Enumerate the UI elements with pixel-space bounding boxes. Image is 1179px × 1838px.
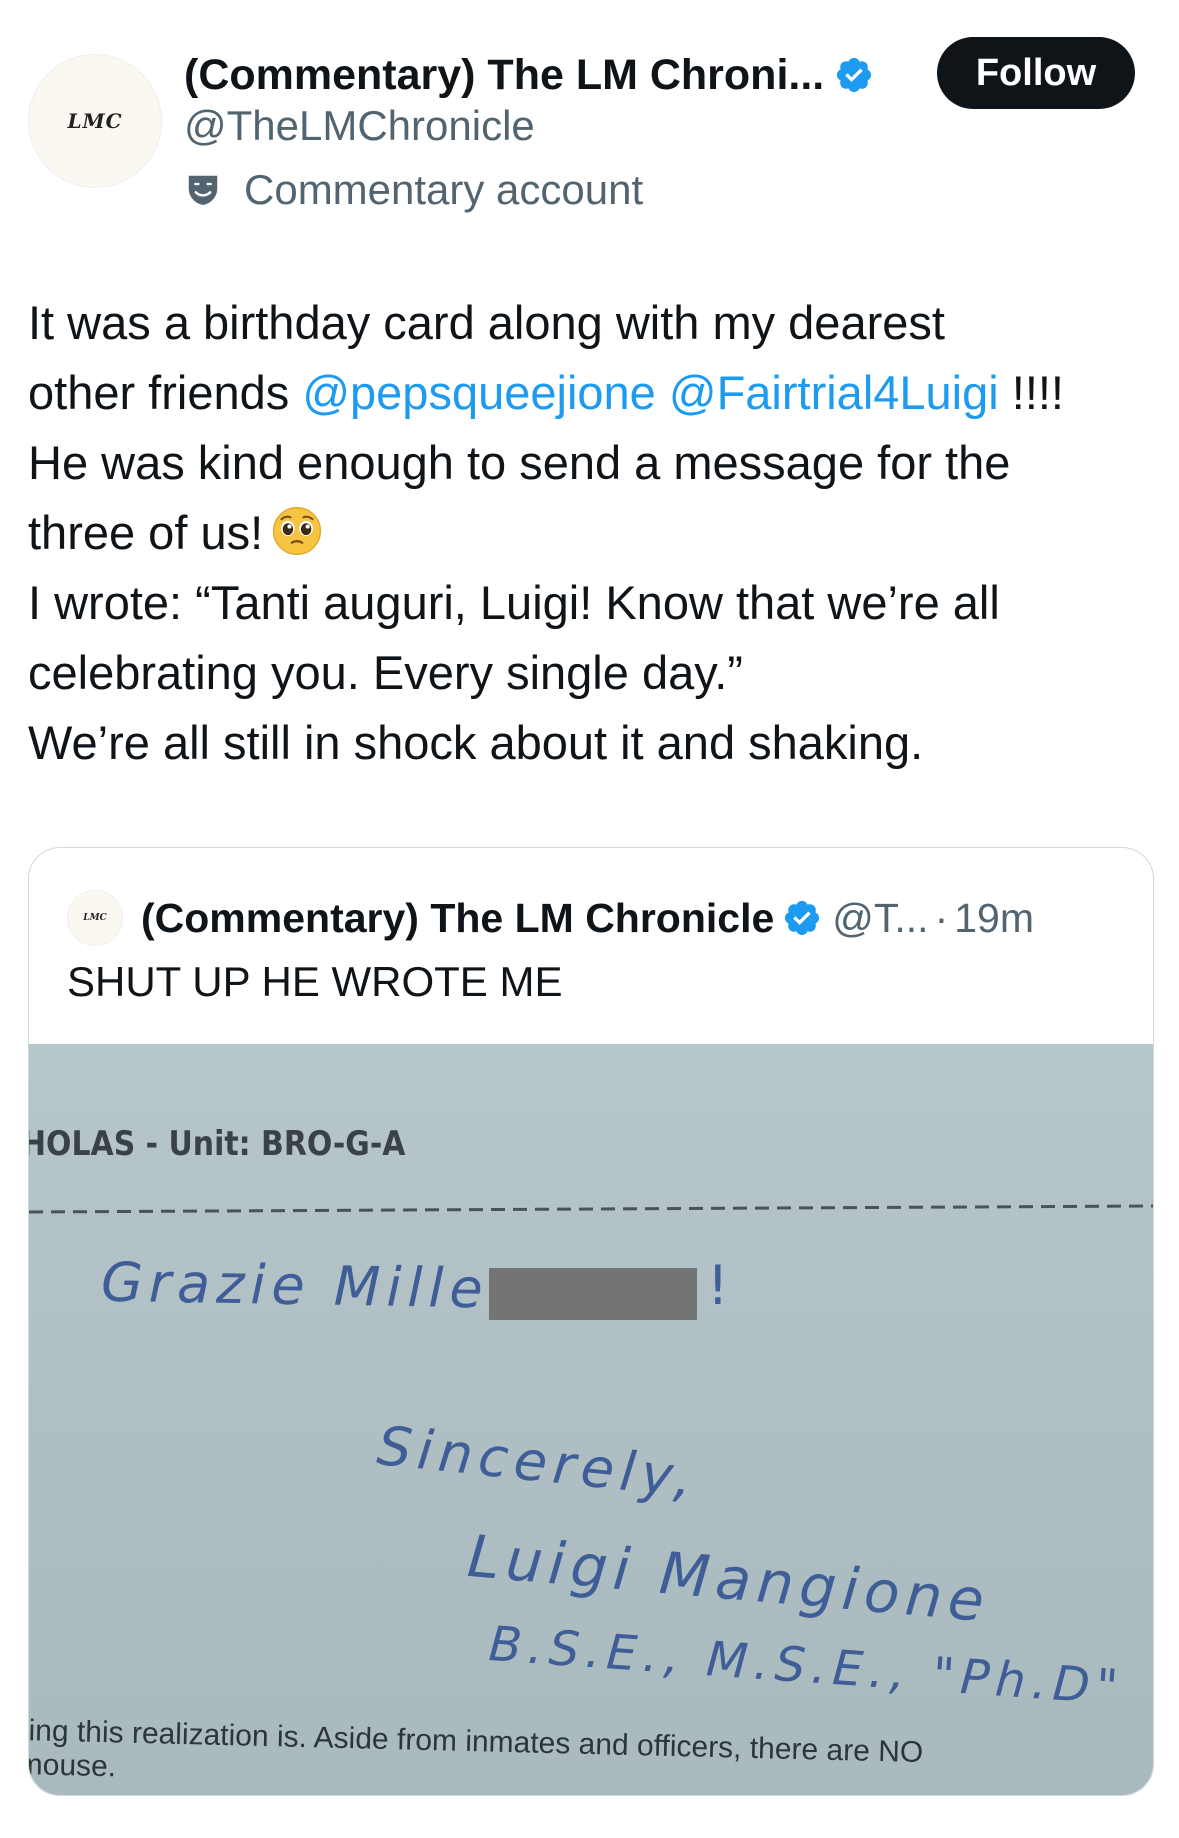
quoted-author-name[interactable]: (Commentary) The LM Chronicle bbox=[141, 895, 774, 942]
tweet-line: We’re all still in shock about it and sh… bbox=[28, 716, 924, 769]
handwritten-exclamation: ! bbox=[707, 1254, 729, 1317]
author-name-row: (Commentary) The LM Chroni... bbox=[184, 44, 874, 106]
quoted-avatar-monogram: LMC bbox=[83, 913, 107, 923]
tweet-line: celebrating you. Every single day.” bbox=[28, 646, 743, 699]
tweet-text-segment: other friends bbox=[28, 366, 303, 419]
quoted-tweet-photo[interactable]: HOLAS - Unit: BRO-G-A Grazie Mille ! Sin… bbox=[29, 1044, 1153, 1795]
quoted-tweet-card[interactable]: LMC (Commentary) The LM Chronicle @T... … bbox=[28, 847, 1154, 1796]
mention-link-pepsqueejione[interactable]: @pepsqueejione bbox=[302, 366, 656, 419]
printed-unit-header: HOLAS - Unit: BRO-G-A bbox=[29, 1124, 406, 1164]
theater-mask-icon bbox=[188, 175, 218, 206]
tweet-header: LMC (Commentary) The LM Chroni... @TheLM… bbox=[0, 0, 1179, 250]
tweet-line: It was a birthday card along with my dea… bbox=[28, 296, 945, 349]
follow-button[interactable]: Follow bbox=[937, 37, 1135, 109]
commentary-account-text: Commentary account bbox=[244, 166, 644, 213]
tweet-line: I wrote: “Tanti auguri, Luigi! Know that… bbox=[28, 576, 1000, 629]
quoted-tweet-text: SHUT UP HE WROTE ME bbox=[67, 958, 563, 1005]
tweet-text-segment: !!!! bbox=[998, 366, 1064, 419]
tweet-text-segment: three of us! bbox=[28, 506, 264, 559]
separator-dot: · bbox=[934, 894, 949, 941]
tweet-line: other friends @pepsqueejione @Fairtrial4… bbox=[28, 358, 1168, 428]
verified-badge-icon bbox=[785, 900, 820, 936]
author-handle[interactable]: @TheLMChronicle bbox=[184, 102, 535, 150]
quoted-author-handle[interactable]: @T... bbox=[832, 895, 928, 942]
quoted-author-avatar[interactable]: LMC bbox=[67, 890, 123, 946]
redacted-name-box bbox=[489, 1268, 697, 1320]
handwritten-grazie: Grazie Mille bbox=[100, 1250, 490, 1321]
tweet-text: It was a birthday card along with my dea… bbox=[28, 288, 1168, 778]
author-display-name[interactable]: (Commentary) The LM Chroni... bbox=[184, 51, 824, 100]
tweet-line: three of us! bbox=[28, 498, 1168, 568]
author-avatar[interactable]: LMC bbox=[28, 54, 162, 188]
mention-link-fairtrial4luigi[interactable]: @Fairtrial4Luigi bbox=[669, 366, 999, 419]
avatar-monogram: LMC bbox=[67, 109, 123, 133]
verified-badge-icon[interactable] bbox=[834, 55, 874, 95]
commentary-label: Commentary account bbox=[184, 162, 643, 218]
pleading-face-emoji-icon bbox=[273, 506, 322, 556]
quoted-timestamp[interactable]: 19m bbox=[954, 895, 1034, 942]
quoted-tweet-header: LMC (Commentary) The LM Chronicle @T... … bbox=[67, 888, 1034, 948]
tweet-line: He was kind enough to send a message for… bbox=[28, 436, 1011, 489]
